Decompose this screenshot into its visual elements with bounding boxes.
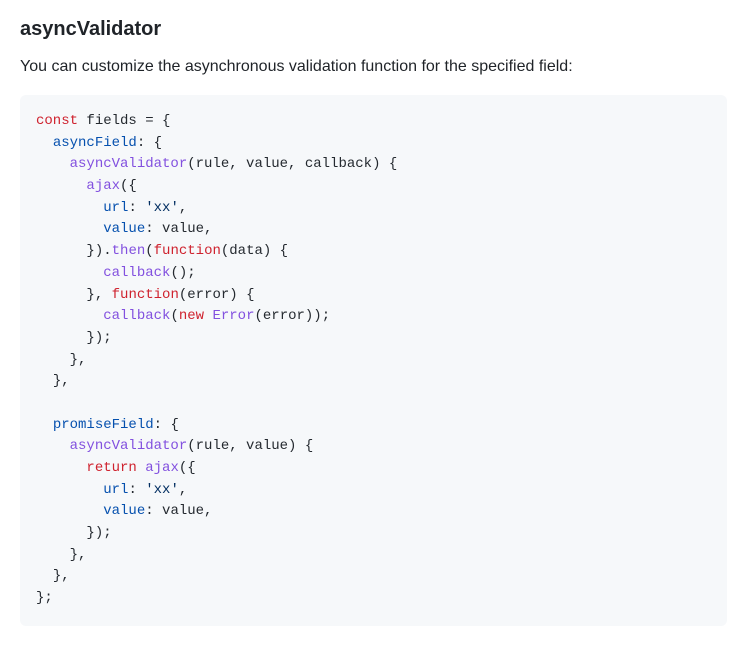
code-text: }); — [86, 330, 111, 346]
code-prop: url — [103, 200, 128, 216]
code-str: 'xx' — [145, 200, 179, 216]
code-keyword: function — [112, 287, 179, 303]
code-keyword: function — [154, 243, 221, 259]
code-text: }); — [86, 525, 111, 541]
code-text: (data) { — [221, 243, 288, 259]
code-text: : value, — [145, 503, 212, 519]
code-text: ({ — [120, 178, 137, 194]
code-text: = { — [137, 113, 171, 129]
code-text: }, — [70, 547, 87, 563]
code-call: then — [112, 243, 146, 259]
code: const fields = { asyncField: { asyncVali… — [36, 113, 397, 606]
code-text: (); — [170, 265, 195, 281]
code-text: }, — [70, 352, 87, 368]
code-call: callback — [103, 308, 170, 324]
code-prop: value — [103, 221, 145, 237]
code-text: , — [179, 482, 187, 498]
section-description: You can customize the asynchronous valid… — [20, 55, 727, 79]
code-prop: asyncField — [53, 135, 137, 151]
code-text: : value, — [145, 221, 212, 237]
code-text: }, — [86, 287, 111, 303]
code-text — [137, 460, 145, 476]
code-text: : — [128, 482, 145, 498]
code-text: }). — [86, 243, 111, 259]
code-ident: fields — [86, 113, 136, 129]
code-text: , — [179, 200, 187, 216]
code-text: }, — [53, 373, 70, 389]
code-call: Error — [212, 308, 254, 324]
code-text: (error)); — [254, 308, 330, 324]
code-block: const fields = { asyncField: { asyncVali… — [20, 95, 727, 626]
code-text: : { — [154, 417, 179, 433]
code-prop: url — [103, 482, 128, 498]
code-text: (rule, value) { — [187, 438, 313, 454]
code-text: ({ — [179, 460, 196, 476]
code-text: : { — [137, 135, 162, 151]
code-prop: promiseField — [53, 417, 154, 433]
code-call: callback — [103, 265, 170, 281]
code-call: ajax — [86, 178, 120, 194]
code-str: 'xx' — [145, 482, 179, 498]
code-text: (rule, value, callback) { — [187, 156, 397, 172]
code-fn: asyncValidator — [70, 438, 188, 454]
code-text: (error) { — [179, 287, 255, 303]
code-text: }; — [36, 590, 53, 606]
code-keyword: new — [179, 308, 204, 324]
code-call: ajax — [145, 460, 179, 476]
code-text: ( — [170, 308, 178, 324]
section-heading: asyncValidator — [20, 18, 727, 41]
code-text: ( — [145, 243, 153, 259]
code-fn: asyncValidator — [70, 156, 188, 172]
code-prop: value — [103, 503, 145, 519]
code-keyword: return — [86, 460, 136, 476]
code-text: }, — [53, 568, 70, 584]
code-keyword: const — [36, 113, 78, 129]
code-text: : — [128, 200, 145, 216]
